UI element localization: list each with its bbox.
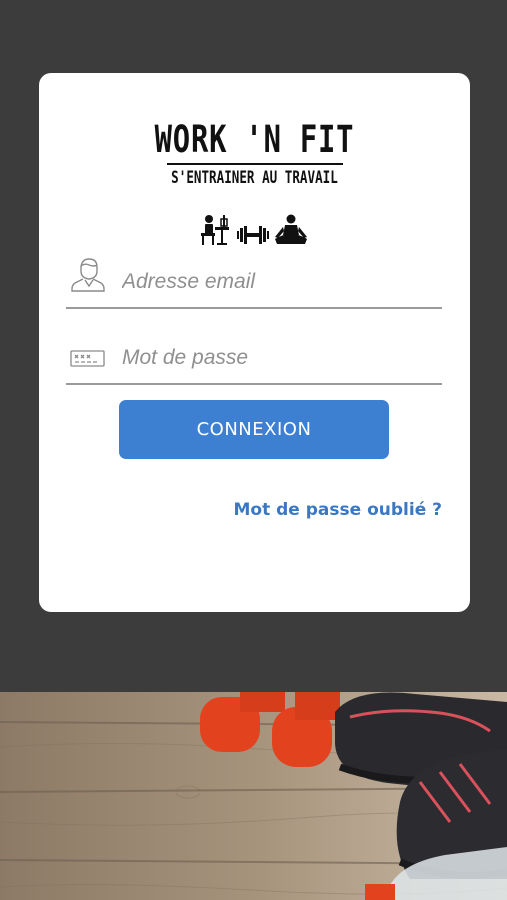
password-icon (70, 350, 105, 367)
password-input[interactable] (122, 343, 432, 373)
email-field (66, 257, 442, 309)
user-icon (71, 258, 105, 292)
connexion-button[interactable]: CONNEXION (119, 400, 389, 459)
desk-worker-icon (201, 215, 229, 245)
forgot-password-link[interactable]: Mot de passe oublié ? (234, 500, 443, 520)
password-field (66, 333, 442, 385)
email-input[interactable] (122, 267, 432, 297)
login-card: WORK 'N FIT S'ENTRAINER AU TRAVAIL Adres… (39, 73, 470, 612)
logo-subtitle: S'ENTRAINER AU TRAVAIL (171, 168, 338, 188)
logo-title: WORK 'N FIT (154, 118, 355, 161)
login-screen: WORK 'N FIT S'ENTRAINER AU TRAVAIL Adres… (0, 0, 507, 900)
dumbbell-icon (237, 226, 269, 244)
app-logo: WORK 'N FIT S'ENTRAINER AU TRAVAIL (39, 117, 470, 191)
background-photo (0, 692, 507, 900)
logo-icons (201, 214, 307, 245)
meditation-icon (275, 214, 307, 244)
